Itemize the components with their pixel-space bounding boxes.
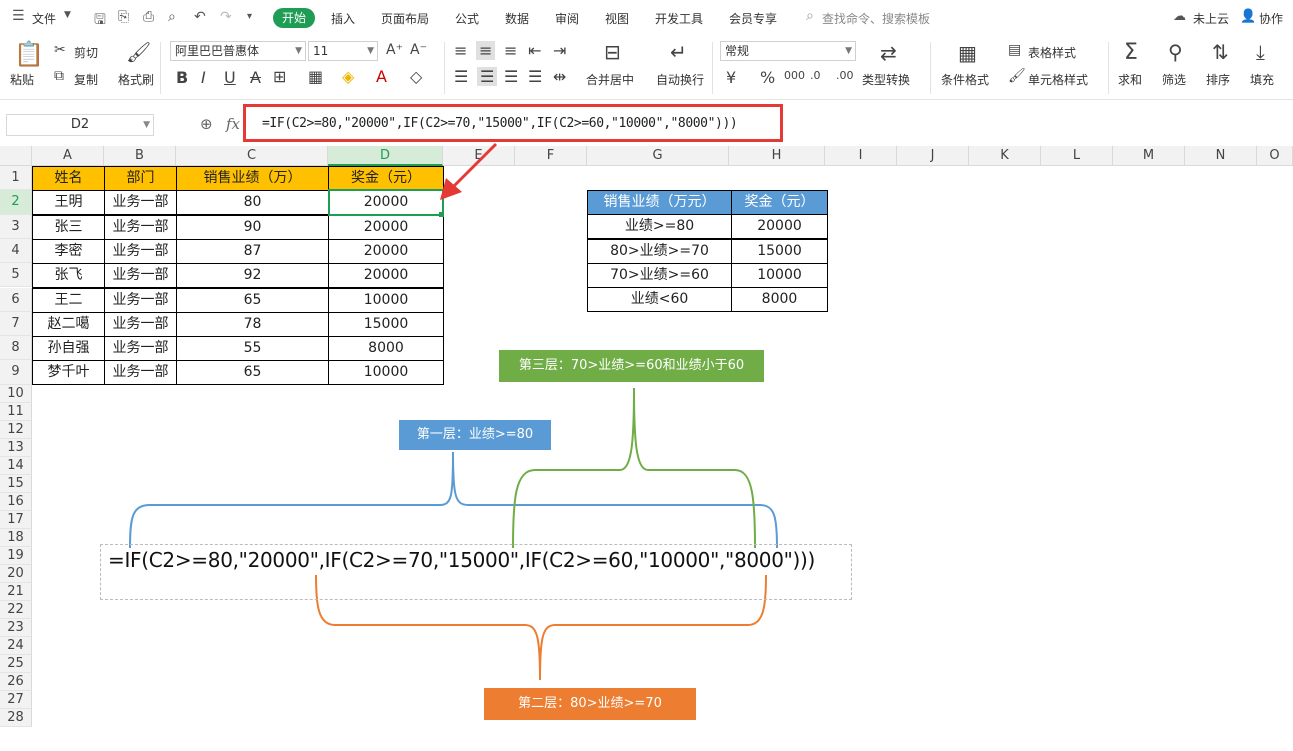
layer1-bracket: [129, 451, 778, 549]
bracket-overlay: [129, 387, 778, 681]
layer3-bracket: [512, 387, 756, 549]
formula-illustration-text: =IF(C2>=80,"20000",IF(C2>=70,"15000",IF(…: [108, 548, 816, 572]
